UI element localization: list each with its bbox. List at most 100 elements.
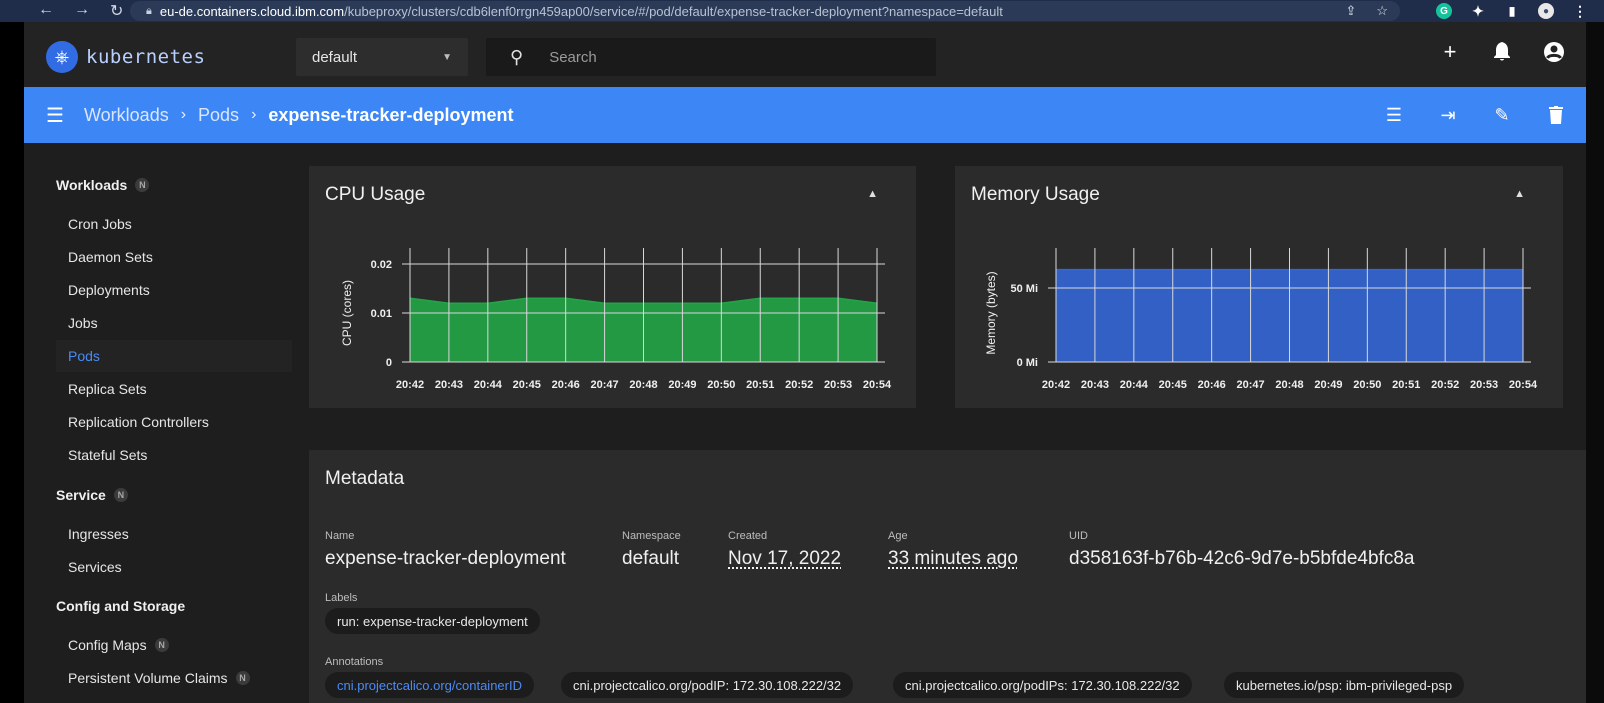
back-icon[interactable]: ←	[38, 1, 54, 21]
sidepanel-icon[interactable]: ▮	[1504, 3, 1520, 19]
sidebar-item-pods[interactable]: Pods	[68, 348, 100, 364]
breadcrumb-pods[interactable]: Pods	[198, 105, 239, 126]
cpu-chart: 0 0.01 0.02 20:42 20:43 20:44 20:45 20:46 20:47 2…	[340, 248, 892, 391]
x-tick-label: 20:46	[1198, 379, 1226, 391]
x-tick-label: 20:46	[552, 379, 580, 391]
sidebar-section-service[interactable]: Service N	[56, 487, 128, 503]
create-icon[interactable]: +	[1438, 39, 1462, 64]
extension-icons: G ✦ ▮ ● ⋮	[1436, 0, 1588, 22]
hamburger-menu-icon[interactable]: ☰	[46, 103, 70, 128]
scrollbar[interactable]	[1586, 22, 1604, 703]
x-tick-label: 20:51	[1392, 379, 1420, 391]
breadcrumb-current: expense-tracker-deployment	[268, 104, 514, 125]
forward-icon[interactable]: →	[74, 1, 90, 21]
x-tick-label: 20:42	[1042, 379, 1070, 391]
logs-icon[interactable]: ☰	[1382, 103, 1406, 127]
namespaced-badge: N	[135, 178, 150, 192]
y-tick-label: 0	[386, 357, 392, 369]
x-tick-label: 20:51	[746, 379, 774, 391]
label-chip: run: expense-tracker-deployment	[325, 608, 540, 634]
resource-actions: ☰ ⇥ ✎	[1382, 103, 1568, 127]
profile-avatar-icon[interactable]: ●	[1538, 3, 1554, 19]
sidebar-section-workloads[interactable]: Workloads N	[56, 177, 150, 193]
field-age: Age 33 minutes ago	[888, 530, 1018, 570]
sidebar-item-persistent-volume-claims[interactable]: Persistent Volume Claims N	[68, 670, 250, 686]
pod-age[interactable]: 33 minutes ago	[888, 548, 1018, 570]
share-icon[interactable]: ⇪	[1345, 3, 1356, 19]
y-tick-label: 50 Mi	[1010, 283, 1038, 295]
sidebar-section-config-storage[interactable]: Config and Storage	[56, 598, 185, 614]
namespace-select[interactable]: default ▼	[296, 38, 468, 76]
sidebar-item-cron-jobs[interactable]: Cron Jobs	[68, 216, 132, 232]
x-tick-label: 20:53	[1470, 379, 1498, 391]
exec-icon[interactable]: ⇥	[1436, 103, 1460, 127]
browser-menu-icon[interactable]: ⋮	[1572, 3, 1588, 19]
annotation-chip-link[interactable]: cni.projectcalico.org/containerID	[325, 672, 534, 698]
x-tick-label: 20:48	[1275, 379, 1303, 391]
url-path: /kubeproxy/clusters/cdb6lenf0rrgn459ap00…	[344, 3, 1003, 19]
left-edge	[0, 22, 24, 703]
sidebar-item-stateful-sets[interactable]: Stateful Sets	[68, 447, 147, 463]
notifications-bell-icon[interactable]	[1490, 40, 1514, 64]
delete-trash-icon[interactable]	[1544, 103, 1568, 127]
sidebar-item-replication-controllers[interactable]: Replication Controllers	[68, 414, 209, 430]
field-label: Name	[325, 530, 355, 542]
section-label: Workloads	[56, 177, 128, 193]
field-name: Name expense-tracker-deployment	[325, 530, 566, 570]
created-date[interactable]: Nov 17, 2022	[728, 548, 841, 570]
address-actions: ⇪ ☆	[1345, 1, 1400, 21]
sidebar-item-services[interactable]: Services	[68, 559, 122, 575]
metadata-card: Metadata Name expense-tracker-deployment…	[309, 450, 1586, 703]
field-label: Created	[728, 530, 768, 542]
item-label: Persistent Volume Claims	[68, 670, 228, 686]
edit-pencil-icon[interactable]: ✎	[1490, 103, 1514, 127]
namespace-value: default	[312, 48, 358, 66]
caret-down-icon: ▼	[442, 51, 452, 63]
namespaced-badge: N	[113, 488, 128, 502]
search-input[interactable]	[547, 47, 912, 67]
sidebar-item-daemon-sets[interactable]: Daemon Sets	[68, 249, 153, 265]
sidebar-item-jobs[interactable]: Jobs	[68, 315, 98, 331]
x-tick-label: 20:44	[1120, 379, 1149, 391]
sidebar-item-deployments[interactable]: Deployments	[68, 282, 150, 298]
x-tick-label: 20:44	[474, 379, 503, 391]
browser-toolbar: ← → ↻ 🔒︎ eu-de.containers.cloud.ibm.com /…	[0, 0, 1604, 22]
browser-nav: ← → ↻	[0, 1, 123, 21]
field-uid: UID d358163f-b76b-42c6-9d7e-b5bfde4bfc8a	[1069, 530, 1414, 570]
x-tick-label: 20:52	[1431, 379, 1459, 391]
kubernetes-logo[interactable]: ⎈ kubernetes	[46, 41, 205, 73]
field-created: Created Nov 17, 2022	[728, 530, 841, 570]
y-axis-label: Memory (bytes)	[984, 271, 998, 354]
chevron-right-icon: ›	[180, 106, 187, 123]
x-tick-label: 20:49	[1314, 379, 1342, 391]
annotation-chip: cni.projectcalico.org/podIPs: 172.30.108…	[893, 672, 1192, 698]
card-title: Metadata	[325, 468, 405, 489]
puzzle-icon[interactable]: ✦	[1470, 3, 1486, 19]
reload-icon[interactable]: ↻	[110, 1, 123, 21]
y-tick-label: 0 Mi	[1017, 357, 1038, 369]
y-tick-label: 0.01	[371, 308, 392, 320]
logo-text: kubernetes	[86, 46, 206, 68]
helm-wheel-icon: ⎈	[46, 41, 78, 73]
search-icon: ⚲	[510, 46, 524, 67]
account-icon[interactable]	[1542, 40, 1566, 64]
sidebar-item-config-maps[interactable]: Config Maps N	[68, 637, 169, 653]
chevron-right-icon: ›	[251, 106, 257, 123]
cpu-usage-card: CPU Usage ▲ 0 0.01 0.02 20:42 20:43 20:44 20:4…	[309, 166, 916, 408]
annotation-chip: kubernetes.io/psp: ibm-privileged-psp	[1224, 672, 1465, 698]
memory-usage-card: Memory Usage ▲ 0 Mi 50 Mi 20:42 20:43 20:44 2…	[955, 166, 1563, 408]
sidebar-item-replica-sets[interactable]: Replica Sets	[68, 381, 147, 397]
header-actions: +	[1438, 39, 1566, 64]
star-icon[interactable]: ☆	[1376, 3, 1388, 19]
lock-icon: 🔒︎	[146, 4, 152, 17]
grammarly-icon[interactable]: G	[1436, 3, 1452, 19]
breadcrumb: Workloads › Pods › expense-tracker-deplo…	[84, 105, 513, 126]
pod-name: expense-tracker-deployment	[325, 548, 566, 569]
address-bar[interactable]: 🔒︎ eu-de.containers.cloud.ibm.com/kubepr…	[130, 1, 1400, 21]
field-label: UID	[1069, 530, 1088, 542]
y-tick-label: 0.02	[371, 259, 392, 271]
sidebar-item-ingresses[interactable]: Ingresses	[68, 526, 129, 542]
search-box: ⚲	[486, 38, 936, 76]
namespaced-badge: N	[235, 671, 250, 685]
breadcrumb-workloads[interactable]: Workloads	[84, 105, 169, 126]
